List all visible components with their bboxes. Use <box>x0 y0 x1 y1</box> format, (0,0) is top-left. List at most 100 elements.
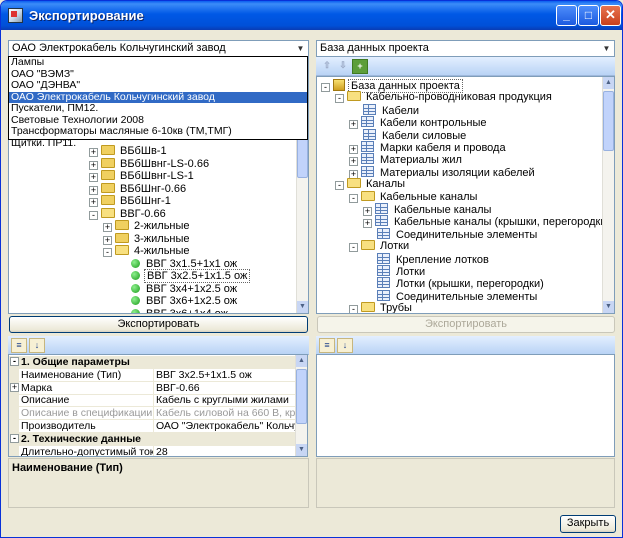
property-row[interactable]: Описание Кабель с круглыми жилами <box>9 394 296 408</box>
expand-icon[interactable]: + <box>89 148 98 157</box>
property-value[interactable]: ВВГ-0.66 <box>156 382 296 394</box>
expand-icon[interactable]: + <box>349 120 358 130</box>
tree-node[interactable]: - Кабельные каналы <box>349 190 479 204</box>
scroll-thumb[interactable] <box>603 91 614 151</box>
tree-node[interactable]: + Материалы жил <box>349 153 464 167</box>
scroll-down-icon[interactable]: ▼ <box>297 301 308 313</box>
collapse-icon[interactable]: - <box>335 94 344 104</box>
tree-node[interactable]: - Трубы <box>349 302 414 313</box>
dropdown-option[interactable]: Лампы <box>9 56 307 69</box>
collapse-icon[interactable]: - <box>349 243 358 253</box>
scroll-thumb[interactable] <box>296 369 307 424</box>
right-property-grid[interactable] <box>316 354 615 457</box>
tree-node[interactable]: + Кабельные каналы (крышки, перегородки) <box>363 215 612 229</box>
tree-node[interactable]: Лотки <box>377 265 427 278</box>
tree-node[interactable]: ВВГ 3x4+1x2.5 ож <box>131 283 239 296</box>
categorized-sort-icon[interactable]: ≡ <box>319 338 335 353</box>
dropdown-option[interactable]: Трансформаторы масляные 6-10кв (ТМ,ТМГ) <box>9 125 307 138</box>
tree-node[interactable]: Крепление лотков <box>377 252 491 266</box>
property-row[interactable]: Наименование (Тип) ВВГ 3x2.5+1x1.5 ож <box>9 368 296 382</box>
property-value[interactable]: 28 <box>156 446 296 456</box>
expand-icon[interactable]: + <box>10 382 19 392</box>
tree-node[interactable]: - Кабельно-проводниковая продукция <box>335 91 554 104</box>
collapse-icon[interactable]: - <box>10 433 19 443</box>
property-value[interactable]: Кабель с круглыми жилами <box>156 394 296 406</box>
tree-node[interactable]: Кабели <box>363 103 421 117</box>
right-export-button[interactable]: Экспортировать <box>317 316 615 333</box>
scroll-up-icon[interactable]: ▲ <box>603 77 614 89</box>
tree-node[interactable]: + Материалы изоляции кабелей <box>349 165 537 179</box>
collapse-icon[interactable]: - <box>89 210 98 220</box>
minimize-button[interactable]: _ <box>556 5 577 26</box>
scroll-down-icon[interactable]: ▼ <box>296 444 307 456</box>
expand-icon[interactable]: + <box>89 198 98 207</box>
tree-node[interactable]: +2-жильные <box>103 220 192 233</box>
property-grid-scrollbar[interactable]: ▲ ▼ <box>295 355 307 456</box>
property-row[interactable]: Длительно-допустимый ток, А 28 <box>9 445 296 456</box>
expand-icon[interactable]: + <box>363 219 372 229</box>
tree-node[interactable]: - ВВГ-0.66 <box>89 207 168 221</box>
dropdown-option[interactable]: Пускатели, ПМ12. <box>9 102 307 115</box>
tree-node[interactable]: + Кабели контрольные <box>349 116 488 130</box>
manufacturer-dropdown-list[interactable]: Лампы ОАО "ВЭМЗ" ОАО "ДЭНВА" ОАО Электрокаб… <box>8 56 308 148</box>
property-grid[interactable]: Длительно-допустимый ток, А 28-2. Техниче… <box>8 354 308 457</box>
property-row[interactable]: Описание в спецификации Кабель силовой на… <box>9 407 296 421</box>
close-button[interactable]: Закрыть <box>560 515 616 533</box>
tree-node[interactable]: + ВБбШнг-1 <box>89 195 173 208</box>
expand-icon[interactable]: + <box>89 185 98 195</box>
property-row[interactable]: + Марка ВВГ-0.66 <box>9 381 296 395</box>
tree-node[interactable]: Соединительные элементы <box>377 289 539 303</box>
categorized-sort-icon[interactable]: ≡ <box>11 338 27 353</box>
tree-node[interactable]: - Каналы <box>335 178 407 191</box>
move-down-icon[interactable]: ⇩ <box>335 59 351 74</box>
dropdown-option[interactable]: Щитки. ПР11. <box>9 137 307 150</box>
tree-node[interactable]: +3-жильные <box>103 232 192 246</box>
collapse-icon[interactable]: - <box>349 305 358 313</box>
collapse-icon[interactable]: - <box>335 181 344 191</box>
tree-node[interactable]: ВВГ 3x6+1x4 ож <box>131 308 230 313</box>
property-value[interactable]: Кабель силовой на 660 В, круглый, <box>156 407 296 419</box>
right-database-tree[interactable]: - База данных проекта - Кабельно-проводнико… <box>316 76 615 314</box>
manufacturer-combo[interactable]: ОАО Электрокабель Кольчугинский завод ▼ <box>8 40 309 57</box>
tree-node[interactable]: Соединительные элементы <box>377 227 539 241</box>
tree-node[interactable]: + ВБбШвнг-LS-1 <box>89 170 196 183</box>
alphabetical-sort-icon[interactable]: ↓ <box>29 338 45 353</box>
property-category[interactable]: -1. Общие параметры <box>9 356 296 369</box>
scroll-down-icon[interactable]: ▼ <box>603 301 614 313</box>
tree-node[interactable]: - Лотки <box>349 240 411 253</box>
expand-icon[interactable]: + <box>89 173 98 182</box>
tree-node[interactable]: - База данных проекта <box>321 79 463 93</box>
move-up-icon[interactable]: ⇧ <box>319 59 335 74</box>
collapse-icon[interactable]: - <box>103 248 112 257</box>
left-export-button[interactable]: Экспортировать <box>9 316 308 333</box>
collapse-icon[interactable]: - <box>10 357 19 366</box>
tree-node[interactable]: + Марки кабеля и провода <box>349 141 508 154</box>
tree-node[interactable]: + Кабельные каналы <box>363 203 493 216</box>
chevron-down-icon[interactable]: ▼ <box>600 42 613 55</box>
collapse-icon[interactable]: - <box>321 83 330 92</box>
property-category[interactable]: -2. Технические данные <box>9 432 296 446</box>
expand-icon[interactable]: + <box>103 223 112 232</box>
tree-node[interactable]: + ВБбШвнг-LS-0.66 <box>89 157 211 171</box>
right-tree-scrollbar[interactable]: ▲ ▼ <box>602 77 614 313</box>
alphabetical-sort-icon[interactable]: ↓ <box>337 338 353 353</box>
dropdown-option[interactable]: ОАО "ДЭНВА" <box>9 79 307 92</box>
property-row[interactable]: ПроизводительОАО "Электрокабель" Кольчуг… <box>9 420 296 433</box>
tree-node[interactable]: ВВГ 3x2.5+1x1.5 ож <box>131 269 251 283</box>
tree-node[interactable]: - 4-жильные <box>103 245 192 258</box>
add-icon[interactable]: + <box>352 59 368 74</box>
collapse-icon[interactable]: - <box>349 193 358 203</box>
scroll-up-icon[interactable]: ▲ <box>296 355 307 367</box>
expand-icon[interactable]: + <box>103 235 112 245</box>
tree-node[interactable]: Лотки (крышки, перегородки) <box>377 277 546 290</box>
maximize-button[interactable]: □ <box>578 5 599 26</box>
property-value[interactable]: ОАО "Электрокабель" Кольчугинск <box>156 420 296 432</box>
close-window-button[interactable]: ✕ <box>600 5 621 26</box>
property-value[interactable]: ВВГ 3x2.5+1x1.5 ож <box>156 369 296 381</box>
tree-node[interactable]: + ВБбШнг-0.66 <box>89 182 188 196</box>
expand-icon[interactable]: + <box>89 160 98 170</box>
tree-node[interactable]: ВВГ 3x6+1x2.5 ож <box>131 295 239 308</box>
tree-node[interactable]: Кабели силовые <box>363 128 468 142</box>
chevron-down-icon[interactable]: ▼ <box>294 42 307 55</box>
database-combo[interactable]: База данных проекта ▼ <box>316 40 615 57</box>
